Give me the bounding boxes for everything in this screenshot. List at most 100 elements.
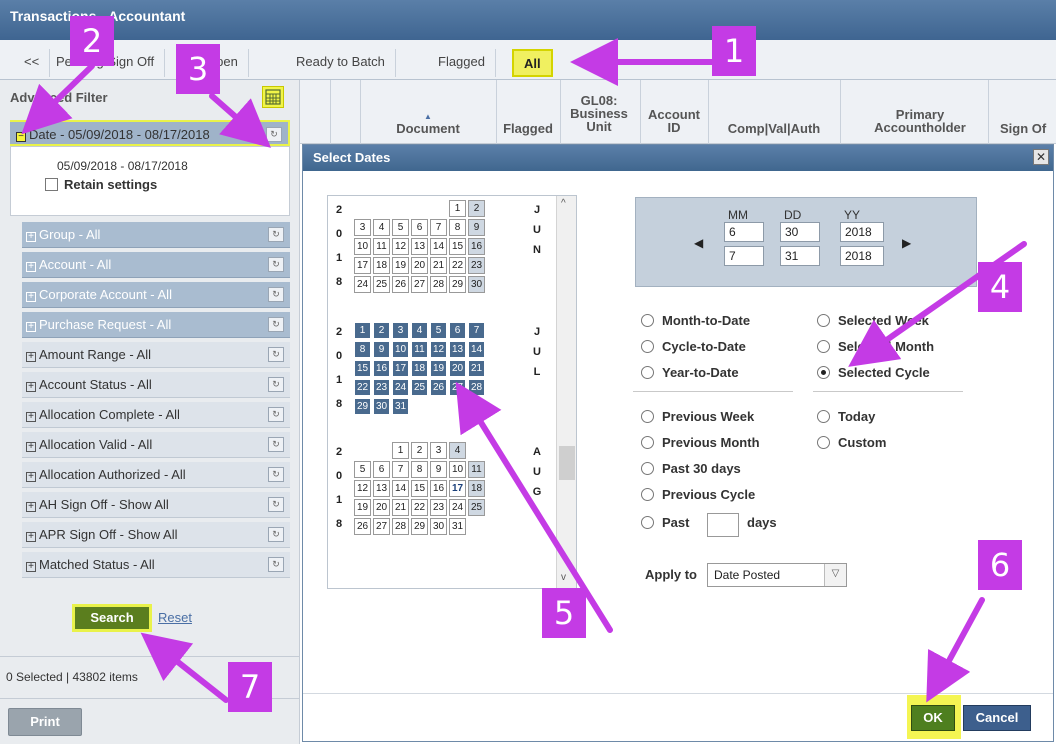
calendar-day[interactable]: 16 <box>430 480 447 497</box>
apply-to-select[interactable]: Date Posted ▽ <box>707 563 847 587</box>
calendar-day[interactable]: 19 <box>392 257 409 274</box>
calendar-day[interactable]: 11 <box>411 341 428 358</box>
from-day-input[interactable]: 30 <box>780 222 820 242</box>
col-business-unit[interactable]: GL08: Business Unit <box>566 94 632 133</box>
calendar-day[interactable]: 2 <box>468 200 485 217</box>
close-icon[interactable]: ✕ <box>1033 149 1049 165</box>
to-day-input[interactable]: 31 <box>780 246 820 266</box>
calendar-day[interactable]: 3 <box>430 442 447 459</box>
calendar-day[interactable]: 19 <box>430 360 447 377</box>
calendar-day[interactable]: 17 <box>449 480 466 497</box>
radio-past-30-days[interactable]: Past 30 days <box>641 461 741 476</box>
tab-collapse[interactable]: << <box>14 49 51 77</box>
calendar-day[interactable]: 11 <box>468 461 485 478</box>
calendar-day[interactable]: 4 <box>449 442 466 459</box>
calendar-day[interactable]: 14 <box>468 341 485 358</box>
calendar-day[interactable]: 20 <box>373 499 390 516</box>
filter-group[interactable]: + Group - All ↻ <box>22 222 290 248</box>
calendar-day[interactable]: 30 <box>468 276 485 293</box>
calendar-day[interactable]: 25 <box>411 379 428 396</box>
calendar-day[interactable]: 2 <box>411 442 428 459</box>
refresh-icon[interactable]: ↻ <box>268 287 284 302</box>
calendar-day[interactable]: 10 <box>449 461 466 478</box>
calendar-day[interactable]: 5 <box>430 322 447 339</box>
calendar-day[interactable]: 24 <box>392 379 409 396</box>
calendar-day[interactable]: 12 <box>430 341 447 358</box>
calendar-day[interactable]: 12 <box>354 480 371 497</box>
calendar-day[interactable]: 9 <box>468 219 485 236</box>
from-month-input[interactable]: 6 <box>724 222 764 242</box>
calendar-day[interactable]: 22 <box>449 257 466 274</box>
calendar-day[interactable]: 28 <box>392 518 409 535</box>
calendar-day[interactable]: 1 <box>354 322 371 339</box>
filter-corporate-account[interactable]: + Corporate Account - All ↻ <box>22 282 290 308</box>
calendar-day[interactable]: 16 <box>468 238 485 255</box>
calendar-day[interactable]: 23 <box>468 257 485 274</box>
filter-allocation-authorized[interactable]: + Allocation Authorized - All ↻ <box>22 462 290 488</box>
calendar-day[interactable]: 8 <box>411 461 428 478</box>
calendar-day[interactable]: 26 <box>354 518 371 535</box>
collapse-icon[interactable]: − <box>16 132 26 142</box>
calendar-day[interactable]: 30 <box>430 518 447 535</box>
radio-selected-month[interactable]: Selected Month <box>817 339 934 354</box>
calendar-day[interactable]: 8 <box>354 341 371 358</box>
calendar-day[interactable]: 7 <box>392 461 409 478</box>
radio-previous-week[interactable]: Previous Week <box>641 409 754 424</box>
calendar-day[interactable]: 14 <box>392 480 409 497</box>
calendar-scrollbar[interactable]: ^ v <box>556 196 576 588</box>
calendar-day[interactable]: 13 <box>449 341 466 358</box>
calendar-day[interactable]: 12 <box>392 238 409 255</box>
to-year-input[interactable]: 2018 <box>840 246 884 266</box>
calendar-day[interactable]: 30 <box>373 398 390 415</box>
refresh-icon[interactable]: ↻ <box>268 527 284 542</box>
col-primary-accountholder[interactable]: Primary Accountholder <box>860 108 980 134</box>
calendar-day[interactable]: 15 <box>354 360 371 377</box>
calendar-day[interactable]: 9 <box>373 341 390 358</box>
col-comp-val-auth[interactable]: Comp|Val|Auth <box>708 122 840 135</box>
refresh-icon[interactable]: ↻ <box>268 317 284 332</box>
calendar-day[interactable]: 9 <box>430 461 447 478</box>
calendar-day[interactable]: 29 <box>449 276 466 293</box>
calendar-day[interactable]: 3 <box>392 322 409 339</box>
calendar-day[interactable]: 20 <box>449 360 466 377</box>
calendar-day[interactable]: 21 <box>468 360 485 377</box>
refresh-icon[interactable]: ↻ <box>268 557 284 572</box>
filter-allocation-valid[interactable]: + Allocation Valid - All ↻ <box>22 432 290 458</box>
calendar-day[interactable]: 22 <box>354 379 371 396</box>
calendar-day[interactable]: 16 <box>373 360 390 377</box>
scroll-up-icon[interactable]: ^ <box>561 198 566 209</box>
filter-purchase-request[interactable]: + Purchase Request - All ↻ <box>22 312 290 338</box>
calendar-day[interactable]: 25 <box>373 276 390 293</box>
tab-ready-to-batch[interactable]: Ready to Batch <box>286 49 396 77</box>
calendar-day[interactable]: 20 <box>411 257 428 274</box>
calendar-day[interactable]: 3 <box>354 219 371 236</box>
radio-selected-week[interactable]: Selected Week <box>817 313 929 328</box>
calendar-day[interactable]: 6 <box>411 219 428 236</box>
radio-previous-month[interactable]: Previous Month <box>641 435 760 450</box>
calendar-day[interactable]: 10 <box>354 238 371 255</box>
calendar-day[interactable]: 18 <box>411 360 428 377</box>
calendar-day[interactable]: 6 <box>449 322 466 339</box>
ok-button[interactable]: OK <box>911 705 955 731</box>
tab-flagged[interactable]: Flagged <box>428 49 496 77</box>
prev-arrow-icon[interactable]: ◀ <box>694 236 703 250</box>
calendar-day[interactable]: 18 <box>373 257 390 274</box>
refresh-icon[interactable]: ↻ <box>268 227 284 242</box>
calendar-day[interactable]: 21 <box>392 499 409 516</box>
calendar-day[interactable]: 4 <box>411 322 428 339</box>
radio-today[interactable]: Today <box>817 409 875 424</box>
calendar-day[interactable]: 28 <box>430 276 447 293</box>
calendar-day[interactable]: 17 <box>392 360 409 377</box>
filter-amount-range[interactable]: + Amount Range - All ↻ <box>22 342 290 368</box>
col-sign-off[interactable]: Sign Of <box>1000 122 1056 135</box>
from-year-input[interactable]: 2018 <box>840 222 884 242</box>
refresh-icon[interactable]: ↻ <box>268 407 284 422</box>
radio-past[interactable]: Past <box>641 515 689 530</box>
calendar-day[interactable]: 11 <box>373 238 390 255</box>
calendar-day[interactable]: 5 <box>354 461 371 478</box>
col-document[interactable]: Document <box>362 122 494 135</box>
radio-month-to-date[interactable]: Month-to-Date <box>641 313 750 328</box>
calendar-day[interactable]: 6 <box>373 461 390 478</box>
calendar-day[interactable]: 22 <box>411 499 428 516</box>
radio-selected-cycle[interactable]: Selected Cycle <box>817 365 930 380</box>
